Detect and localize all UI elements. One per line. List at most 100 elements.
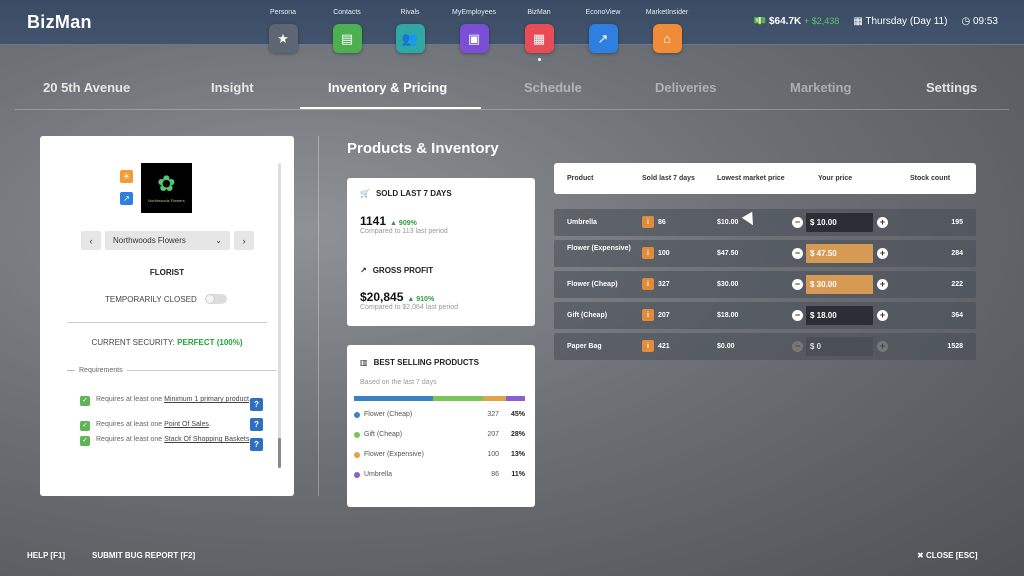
sold-delta: ▲ 909%: [390, 220, 417, 227]
close-icon: ✖: [917, 551, 924, 560]
chat-icon: ▤: [332, 24, 362, 53]
app-launcher: Persona ★ Contacts ▤ Rivals 👥 MyEmployees ▣ BizM…: [0, 0, 1024, 72]
requirements-heading: Requirements: [67, 367, 277, 374]
decrease-price-button[interactable]: −: [792, 248, 803, 259]
check-icon: ✓: [80, 421, 90, 431]
tab-deliveries[interactable]: Deliveries: [655, 80, 716, 95]
app-rivals[interactable]: Rivals 👥: [380, 9, 440, 53]
header-lowest: Lowest market price: [717, 175, 785, 182]
requirement-item: ✓ Requires at least one Stack Of Shoppin…: [80, 435, 270, 446]
tab-inventory-pricing[interactable]: Inventory & Pricing: [328, 80, 447, 95]
increase-price-button[interactable]: +: [877, 217, 888, 228]
prev-business-button[interactable]: ‹: [81, 231, 101, 250]
active-tab-indicator: [300, 107, 481, 109]
info-icon[interactable]: i: [642, 247, 654, 259]
legend-dot: [354, 451, 360, 458]
requirement-link[interactable]: Minimum 1 primary product: [164, 396, 249, 403]
info-icon[interactable]: i: [642, 340, 654, 352]
divider: [67, 322, 267, 323]
app-myemployees[interactable]: MyEmployees ▣: [444, 9, 504, 53]
scrollbar-thumb[interactable]: [278, 438, 281, 468]
question-icon: ?: [254, 420, 259, 429]
app-econoview[interactable]: EconoView ↗: [573, 9, 633, 53]
price-input[interactable]: $ 10.00: [806, 213, 873, 232]
profit-heading: ↗ GROSS PROFIT: [360, 266, 434, 275]
bug-report-link[interactable]: SUBMIT BUG REPORT [F2]: [92, 551, 195, 560]
stock-count: 1528: [947, 343, 963, 350]
star-icon: ★: [268, 24, 298, 53]
header-stock: Stock count: [910, 175, 951, 182]
app-marketinsider[interactable]: MarketInsider ⌂: [637, 9, 697, 53]
help-button[interactable]: ?: [250, 398, 263, 411]
price-input[interactable]: $ 0: [806, 337, 873, 356]
store-icon: ▦: [524, 24, 554, 53]
decrease-price-button[interactable]: −: [792, 279, 803, 290]
badge-icon: ▣: [459, 24, 489, 53]
market-icon: ⌂: [652, 24, 682, 53]
price-input[interactable]: $ 18.00: [806, 306, 873, 325]
best-selling-row: Umbrella 86 11%: [354, 471, 525, 478]
app-bizman[interactable]: BizMan ▦: [509, 9, 569, 61]
tab-schedule[interactable]: Schedule: [524, 80, 582, 95]
increase-price-button[interactable]: +: [877, 248, 888, 259]
table-row: Umbrella i 86 $10.00 − $ 10.00 +195: [554, 209, 976, 236]
flower-icon: ✿: [157, 171, 176, 196]
decrease-price-button[interactable]: −: [792, 217, 803, 228]
stock-count: 364: [951, 312, 963, 319]
app-contacts[interactable]: Contacts ▤: [317, 9, 377, 53]
help-button[interactable]: ?: [250, 418, 263, 431]
info-icon[interactable]: i: [642, 278, 654, 290]
best-selling-row: Flower (Cheap) 327 45%: [354, 411, 525, 418]
help-link[interactable]: HELP [F1]: [27, 551, 65, 560]
tab-address[interactable]: 20 5th Avenue: [43, 80, 130, 95]
business-select[interactable]: Northwoods Flowers ⌄: [105, 231, 230, 250]
help-button[interactable]: ?: [250, 438, 263, 451]
legend-dot: [354, 411, 360, 418]
decrease-price-button[interactable]: −: [792, 341, 803, 352]
temporarily-closed-toggle[interactable]: [204, 294, 227, 304]
lowest-price: $10.00: [717, 219, 739, 226]
app-label: Contacts: [333, 9, 361, 16]
panel-scrollbar[interactable]: [278, 163, 281, 468]
info-icon[interactable]: i: [642, 309, 654, 321]
next-business-button[interactable]: ›: [234, 231, 254, 250]
legend-dot: [354, 431, 360, 438]
close-button[interactable]: ✖ CLOSE [ESC]: [917, 551, 978, 560]
increase-price-button[interactable]: +: [877, 310, 888, 321]
increase-price-button[interactable]: +: [877, 279, 888, 290]
security-value: PERFECT (100%): [177, 338, 243, 347]
increase-price-button[interactable]: +: [877, 341, 888, 352]
requirement-link[interactable]: Stack Of Shopping Baskets: [164, 436, 249, 443]
decrease-price-button[interactable]: −: [792, 310, 803, 321]
stock-count: 195: [951, 219, 963, 226]
question-icon: ?: [254, 440, 259, 449]
info-icon[interactable]: i: [642, 216, 654, 228]
tab-settings[interactable]: Settings: [926, 80, 977, 95]
sun-icon[interactable]: ☀: [120, 170, 133, 183]
sold-count: 207: [658, 312, 670, 319]
share-segment: [433, 396, 483, 401]
product-name: Flower (Expensive): [567, 245, 631, 252]
stock-count: 222: [951, 281, 963, 288]
product-name: Flower (Cheap): [567, 281, 618, 288]
table-row: Flower (Cheap) i 327 $30.00 − $ 30.00 +222: [554, 271, 976, 298]
chevron-down-icon: ⌄: [215, 236, 222, 245]
temporarily-closed-row: TEMPORARILY CLOSED: [105, 294, 227, 304]
requirement-link[interactable]: Point Of Sales: [164, 421, 209, 428]
price-input[interactable]: $ 47.50: [806, 244, 873, 263]
section-title: Products & Inventory: [347, 140, 499, 157]
tab-marketing[interactable]: Marketing: [790, 80, 851, 95]
inventory-table-header: Product Sold last 7 days Lowest market p…: [554, 163, 976, 194]
profit-compare: Compared to $2,064 last period: [360, 304, 459, 311]
best-selling-card: ▥ BEST SELLING PRODUCTS Based on the last…: [347, 345, 535, 507]
check-icon: ✓: [80, 396, 90, 406]
trend-icon[interactable]: ↗: [120, 192, 133, 205]
requirement-item: ✓ Requires at least one Minimum 1 primar…: [80, 395, 270, 406]
price-input[interactable]: $ 30.00: [806, 275, 873, 294]
tab-insight[interactable]: Insight: [211, 80, 254, 95]
best-selling-row: Gift (Cheap) 207 28%: [354, 431, 525, 438]
lowest-price: $30.00: [717, 281, 739, 288]
trend-icon: ↗: [360, 266, 367, 275]
stats-card: 🛒 SOLD LAST 7 DAYS 1141 ▲ 909% Compared to…: [347, 178, 535, 326]
app-persona[interactable]: Persona ★: [253, 9, 313, 53]
